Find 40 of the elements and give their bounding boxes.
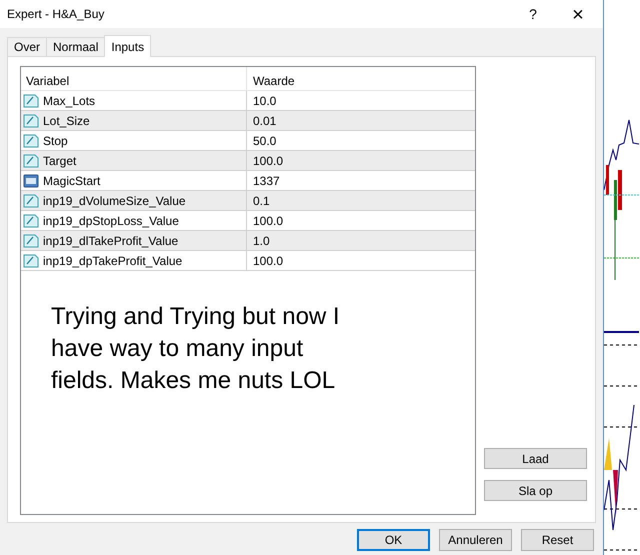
variable-name: Max_Lots: [43, 92, 96, 110]
window-title: Expert - H&A_Buy: [7, 6, 106, 23]
fraction-type-icon: [23, 92, 39, 108]
value-cell[interactable]: 1.0: [247, 231, 475, 250]
value-cell[interactable]: 0.01: [247, 111, 475, 130]
variable-name: MagicStart: [43, 172, 100, 190]
variable-name: Lot_Size: [43, 112, 90, 130]
variable-name: inp19_dlTakeProfit_Value: [43, 232, 178, 250]
value-cell[interactable]: 100.0: [247, 251, 475, 270]
variable-name: Stop: [43, 132, 68, 150]
fraction-type-icon: [23, 192, 39, 208]
dialog-button[interactable]: OK: [357, 529, 430, 551]
value-cell[interactable]: 0.1: [247, 191, 475, 210]
fraction-type-icon: [23, 112, 39, 128]
fraction-type-icon: [23, 152, 39, 168]
column-header[interactable]: Variabel: [21, 67, 247, 90]
variable-name: inp19_dpStopLoss_Value: [43, 212, 179, 230]
dialog-button[interactable]: Annuleren: [439, 529, 512, 551]
tab[interactable]: Inputs: [104, 35, 152, 57]
fraction-type-icon: [23, 212, 39, 228]
column-header[interactable]: Waarde: [247, 67, 475, 90]
close-button[interactable]: ×: [553, 0, 603, 28]
value-cell[interactable]: 10.0: [247, 91, 475, 110]
value-cell[interactable]: 100.0: [247, 151, 475, 170]
value-cell[interactable]: 1337: [247, 171, 475, 190]
variable-name: inp19_dpTakeProfit_Value: [43, 252, 182, 270]
dialog-button[interactable]: Reset: [521, 529, 594, 551]
help-button[interactable]: ?: [513, 0, 553, 28]
fraction-type-icon: [23, 232, 39, 248]
fraction-type-icon: [23, 252, 39, 268]
side-button[interactable]: Laad: [484, 448, 587, 469]
value-cell[interactable]: 50.0: [247, 131, 475, 150]
integer-type-icon: [23, 172, 39, 188]
value-cell[interactable]: 100.0: [247, 211, 475, 230]
variable-name: Target: [43, 152, 76, 170]
tab[interactable]: Over: [7, 37, 48, 56]
fraction-type-icon: [23, 132, 39, 148]
note-text: Trying and Trying but now I have way to many input fields. Makes me nuts LOL: [51, 302, 341, 396]
variable-name: inp19_dVolumeSize_Value: [43, 192, 186, 210]
side-button[interactable]: Sla op: [484, 480, 587, 501]
